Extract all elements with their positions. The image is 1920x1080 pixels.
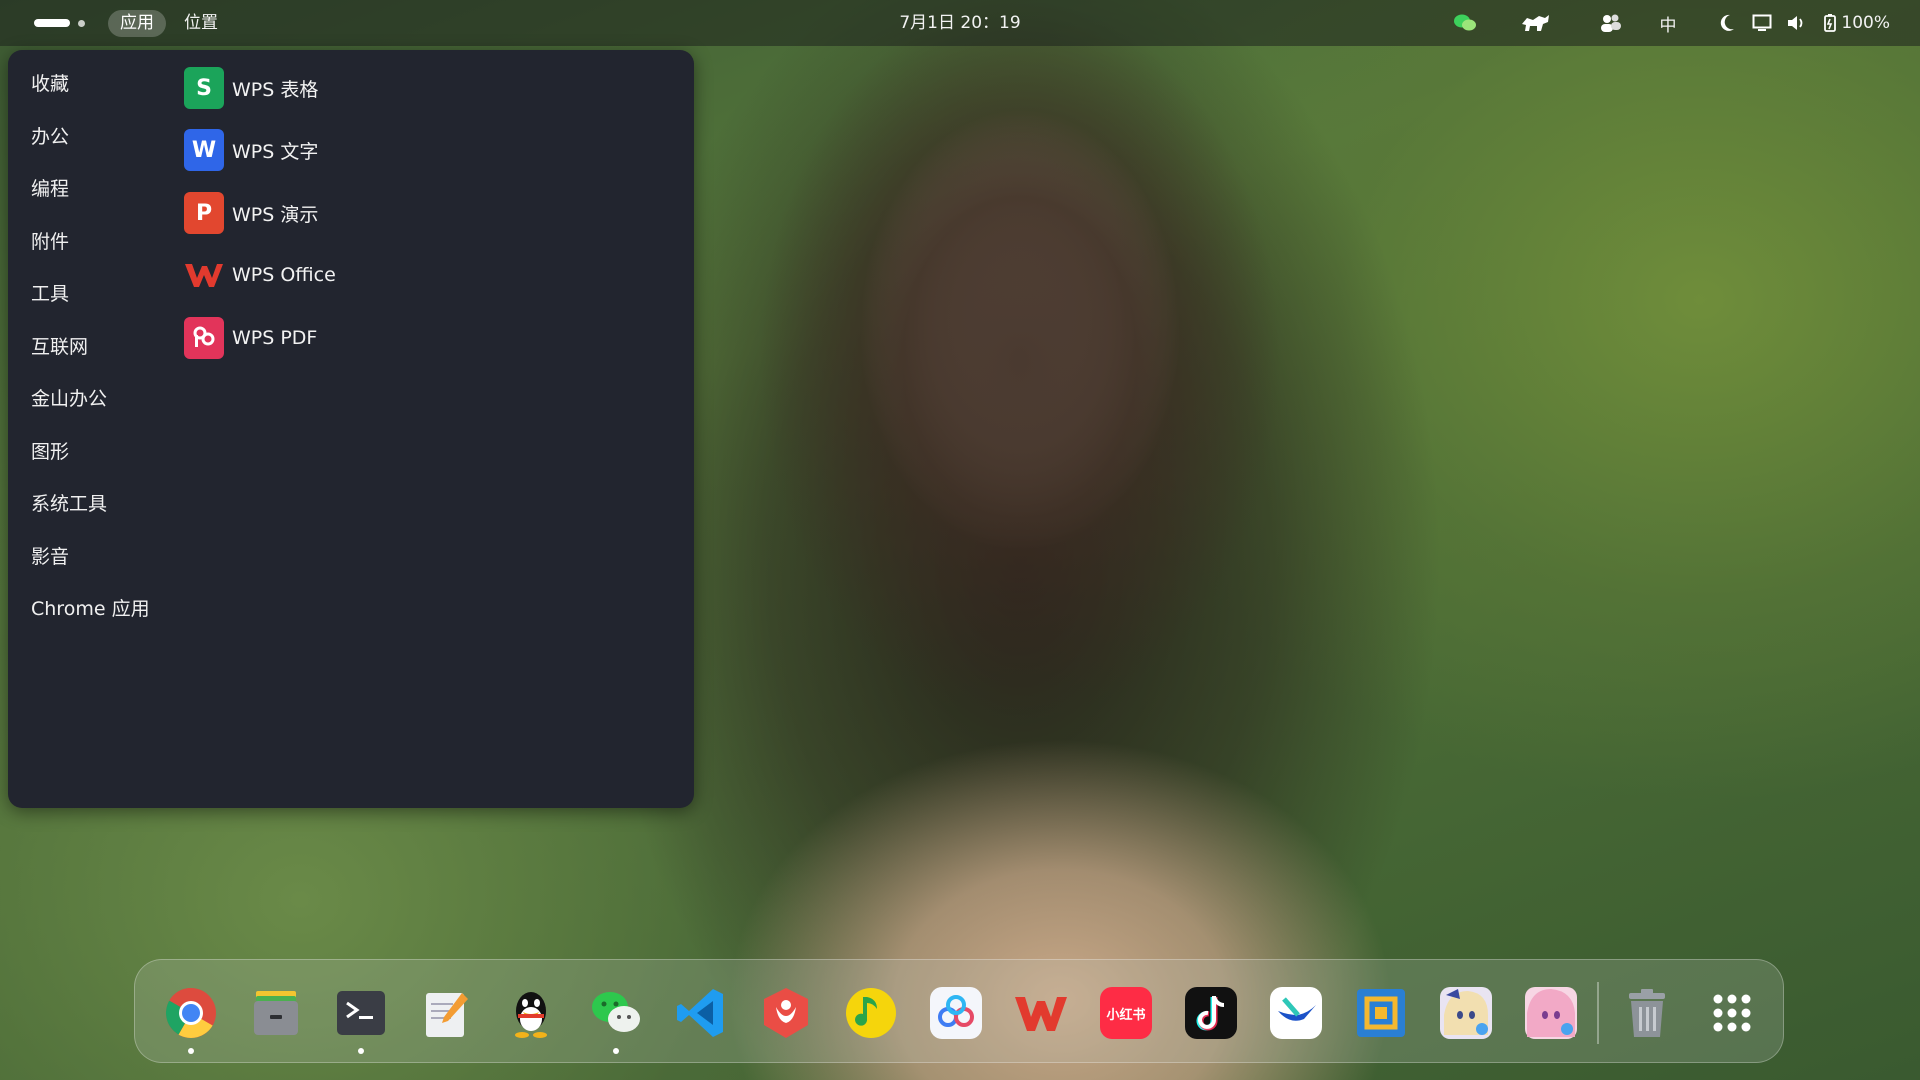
application-menu-panel: 收藏 办公 编程 附件 工具 互联网 金山办公 图形 系统工具 影音 Chrom… (8, 50, 694, 808)
wechat-tray-icon[interactable] (1450, 0, 1480, 46)
category-graphics[interactable]: 图形 (31, 434, 69, 470)
app-wps-presentation[interactable]: P WPS 演示 (184, 191, 318, 235)
dock-item-show-apps[interactable] (1704, 985, 1760, 1041)
category-system-tools[interactable]: 系统工具 (31, 486, 107, 522)
file-manager-icon (254, 991, 298, 1035)
game-anime-icon (1440, 987, 1492, 1039)
app-label: WPS Office (232, 264, 336, 286)
trash-icon (1629, 989, 1665, 1037)
category-office[interactable]: 办公 (31, 119, 69, 155)
category-kingsoft-office[interactable]: 金山办公 (31, 381, 107, 417)
dock-item-game-2[interactable] (1523, 985, 1579, 1041)
app-wps-pdf[interactable]: WPS PDF (184, 316, 317, 360)
app-grid-icon (1713, 994, 1751, 1032)
dock-item-vscode[interactable] (673, 985, 729, 1041)
dock-item-terminal[interactable] (333, 985, 389, 1054)
dock-item-wps[interactable] (1013, 985, 1069, 1041)
top-bar: 应用 位置 7月1日 20：19 中 100% (0, 0, 1920, 46)
terminal-icon (337, 991, 385, 1035)
dock-item-chrome[interactable] (163, 985, 219, 1054)
running-indicator (613, 1048, 619, 1054)
category-chrome-apps[interactable]: Chrome 应用 (31, 591, 150, 627)
people-tray-icon[interactable] (1598, 0, 1624, 46)
tiktok-icon (1185, 987, 1237, 1039)
dock-item-trash[interactable] (1619, 985, 1675, 1041)
chrome-icon (165, 987, 216, 1038)
security-shield-icon (764, 988, 808, 1038)
dock-item-qq[interactable] (503, 985, 559, 1041)
baidu-netdisk-icon (930, 987, 982, 1039)
dock-item-feishu[interactable] (1268, 985, 1324, 1041)
music-icon (846, 988, 896, 1038)
category-tools[interactable]: 工具 (31, 276, 69, 312)
dock-item-xiaohongshu[interactable]: 小红书 (1098, 985, 1154, 1041)
dock-item-tiktok[interactable] (1183, 985, 1239, 1041)
dock-separator (1597, 982, 1599, 1044)
wps-spreadsheet-icon: S (184, 67, 224, 109)
category-media[interactable]: 影音 (31, 539, 69, 575)
wps-presentation-icon: P (184, 192, 224, 234)
volume-icon[interactable] (1784, 0, 1808, 46)
category-favorites[interactable]: 收藏 (31, 66, 69, 102)
category-programming[interactable]: 编程 (31, 171, 69, 207)
running-indicator (358, 1048, 364, 1054)
wps-writer-icon: W (184, 129, 224, 171)
dock-item-wechat[interactable] (588, 985, 644, 1054)
app-label: WPS 演示 (232, 203, 319, 226)
dock-item-text-editor[interactable] (418, 985, 474, 1041)
dock-item-music[interactable] (843, 985, 899, 1041)
game-anime-pink-icon (1525, 987, 1577, 1039)
clock[interactable]: 7月1日 20：19 (0, 10, 1920, 37)
wps-pdf-icon (184, 317, 224, 359)
app-label: WPS PDF (232, 327, 318, 349)
app-wps-writer[interactable]: W WPS 文字 (184, 128, 318, 172)
cat-tray-icon[interactable] (1518, 0, 1552, 46)
xiaohongshu-text: 小红书 (1106, 1007, 1145, 1023)
wechat-icon (592, 992, 640, 1032)
feishu-icon (1270, 987, 1322, 1039)
wps-office-icon (184, 254, 224, 296)
text-editor-icon (426, 993, 468, 1037)
running-indicator (188, 1048, 194, 1054)
dock: 小红书 (134, 959, 1784, 1063)
app-label: WPS 表格 (232, 78, 319, 101)
dock-item-security[interactable] (758, 985, 814, 1041)
xiaohongshu-icon: 小红书 (1100, 987, 1152, 1039)
display-icon[interactable] (1750, 0, 1774, 46)
wps-office-icon (1015, 997, 1067, 1031)
app-wps-office[interactable]: WPS Office (184, 253, 336, 297)
dock-item-remote-desktop[interactable] (1353, 985, 1409, 1041)
battery-percentage[interactable]: 100% (1841, 10, 1890, 37)
app-wps-spreadsheet[interactable]: S WPS 表格 (184, 66, 318, 110)
category-accessories[interactable]: 附件 (31, 224, 69, 260)
battery-icon[interactable] (1820, 0, 1840, 46)
vscode-icon (677, 989, 723, 1037)
dock-item-file-manager[interactable] (248, 985, 304, 1041)
category-internet[interactable]: 互联网 (31, 329, 88, 365)
dock-item-netdisk[interactable] (928, 985, 984, 1041)
qq-icon (515, 992, 547, 1038)
dock-item-game-1[interactable] (1438, 985, 1494, 1041)
remote-desktop-icon (1357, 989, 1405, 1037)
input-method-indicator[interactable]: 中 (1655, 0, 1681, 46)
app-label: WPS 文字 (232, 140, 319, 163)
moon-icon[interactable] (1716, 0, 1738, 46)
